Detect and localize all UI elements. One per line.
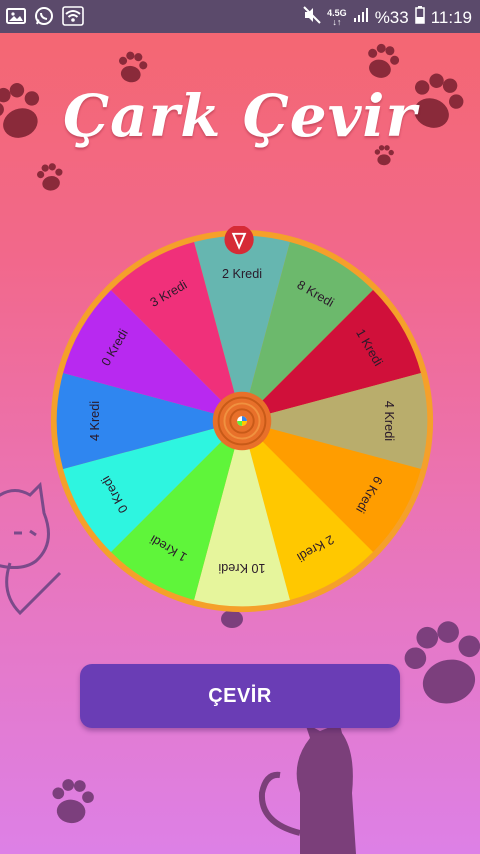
cat-silhouette-icon [258,717,356,854]
wheel-segment-label: 4 Kredi [382,401,396,441]
signal-icon [353,7,369,28]
paw-print-icon [397,614,480,713]
battery-icon [414,6,425,29]
pointer-icon [224,226,254,255]
network-sub-label: ↓↑ [332,16,342,27]
gallery-icon [6,6,26,26]
whatsapp-icon [34,6,54,26]
page-title: Çark Çevir [62,82,418,150]
wheel-segment-label: 4 Kredi [88,401,102,441]
prize-wheel[interactable]: 2 Kredi8 Kredi1 Kredi4 Kredi6 Kredi2 Kre… [47,226,437,616]
network-type: 4.5G ↓↑ [327,8,347,27]
battery-percent: %33 [374,7,409,27]
mute-icon [303,6,321,29]
paw-print-icon [115,49,150,85]
clock: 11:19 [430,7,472,27]
paw-print-icon [35,161,66,193]
wheel-segment-label: 2 Kredi [222,267,262,281]
status-bar: 4.5G ↓↑ %33 11:19 [0,0,480,33]
paw-print-icon [50,777,96,825]
wheel-hub-icon [212,391,272,451]
wifi-icon [62,6,84,26]
spin-button[interactable]: ÇEVİR [80,664,400,728]
paw-print-icon [362,41,403,82]
wheel-segment-label: 10 Kredi [218,561,265,575]
